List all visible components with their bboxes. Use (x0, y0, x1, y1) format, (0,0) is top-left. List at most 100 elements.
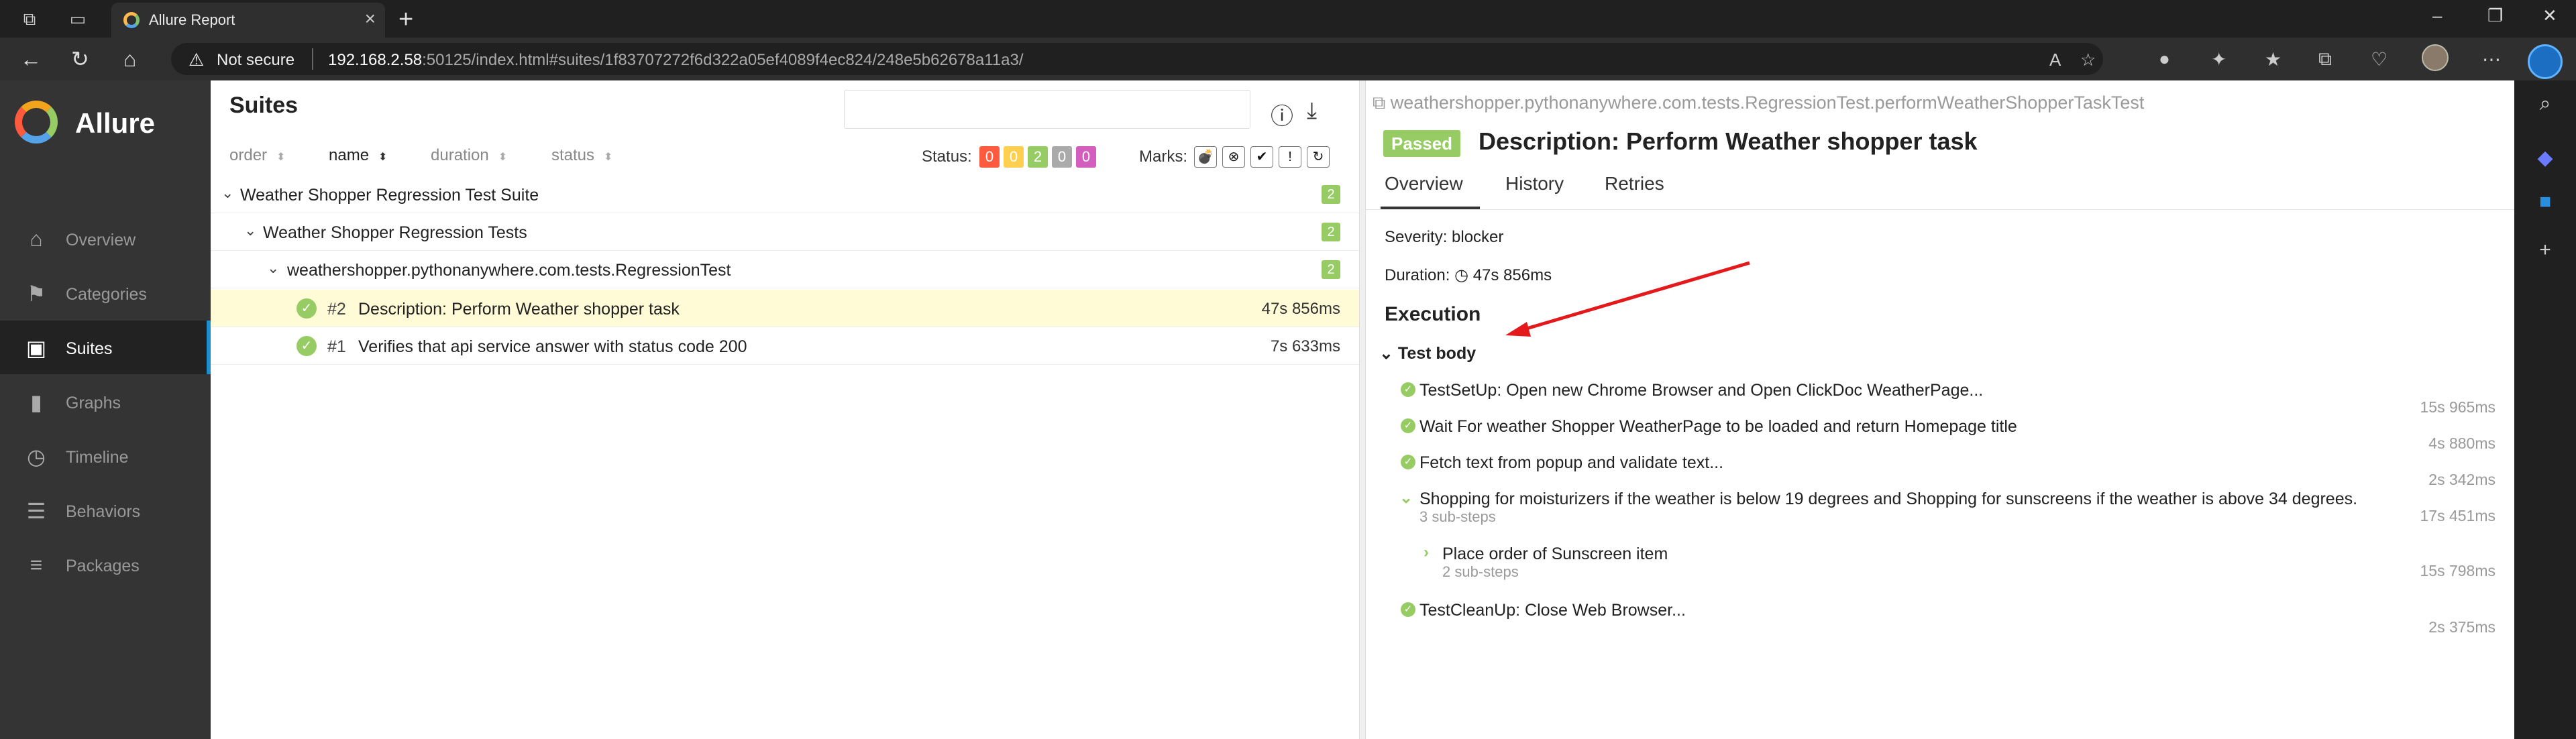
tab-overview[interactable]: Overview (1385, 173, 1463, 194)
address-toolbar: ← ↻ ⌂ ⚠ Not secure 192.168.2.58:50125/in… (0, 38, 2576, 80)
outlook-icon[interactable]: ■ (2533, 190, 2557, 215)
warning-icon[interactable]: ⚠ (189, 50, 204, 70)
performance-icon[interactable]: ♡ (2371, 48, 2387, 70)
back-icon[interactable]: ← (20, 47, 42, 71)
brand-name[interactable]: Allure (75, 107, 155, 139)
status-passed-count[interactable]: 2 (1028, 146, 1048, 168)
suite-row[interactable]: ⌄ Weather Shopper Regression Tests 2 (211, 213, 1359, 251)
test-body-heading[interactable]: ⌄ Test body (1379, 343, 1476, 363)
retries-mark-icon[interactable]: ↻ (1307, 146, 1330, 168)
step-row[interactable]: ✓ TestSetUp: Open new Chrome Browser and… (1366, 380, 2514, 416)
nav-label: Categories (66, 285, 147, 304)
status-skipped-count[interactable]: 0 (1052, 146, 1072, 168)
nav-categories[interactable]: ⚑ Categories (0, 266, 211, 320)
status-unknown-count[interactable]: 0 (1076, 146, 1096, 168)
step-label: TestCleanUp: Close Web Browser... (1419, 601, 1686, 620)
step-duration: 15s 965ms (2420, 398, 2496, 416)
tab-actions-icon[interactable]: ▭ (67, 8, 89, 30)
edge-sidebar: ⌕ ◆ ■ + (2514, 80, 2576, 739)
refresh-icon[interactable]: ↻ (71, 47, 89, 71)
flaky-mark-icon[interactable]: 💣 (1194, 146, 1217, 168)
copilot-icon[interactable] (2528, 44, 2563, 79)
test-full-name[interactable]: ⧉ weathershopper.pythonanywhere.com.test… (1373, 93, 2144, 114)
allure-sidebar: Allure ⌂ Overview ⚑ Categories ▣ Suites … (0, 80, 211, 739)
cookie-extension-icon[interactable]: ● (2159, 48, 2170, 70)
passed-check-icon: ✓ (1401, 455, 1415, 469)
nav-graphs[interactable]: ▮ Graphs (0, 375, 211, 429)
step-row-expanded[interactable]: ⌄ Shopping for moisturizers if the weath… (1366, 488, 2514, 543)
nav-suites[interactable]: ▣ Suites (0, 321, 211, 374)
tab-close-icon[interactable]: × (365, 8, 376, 30)
more-menu-icon[interactable]: ⋯ (2482, 48, 2501, 70)
search-input[interactable] (844, 90, 1250, 129)
workspaces-icon[interactable]: ⧉ (19, 8, 40, 30)
extensions-icon[interactable]: ✦ (2211, 48, 2226, 70)
step-duration: 15s 798ms (2420, 562, 2496, 579)
allure-logo-icon[interactable] (15, 101, 58, 144)
step-label: Wait For weather Shopper WeatherPage to … (1419, 417, 2017, 436)
marks-filter-label: Marks: (1139, 148, 1187, 166)
nav-label: Packages (66, 557, 140, 575)
pane-splitter[interactable] (1359, 80, 1366, 739)
security-label[interactable]: Not secure (217, 51, 294, 70)
profile-avatar[interactable] (2422, 44, 2449, 71)
favorites-icon[interactable]: ★ (2265, 48, 2282, 70)
tab-history[interactable]: History (1505, 173, 1564, 194)
collections-icon[interactable]: ⧉ (2318, 48, 2332, 70)
nav-overview[interactable]: ⌂ Overview (0, 212, 211, 266)
suite-label: Weather Shopper Regression Tests (263, 223, 527, 242)
read-aloud-icon[interactable]: A (2049, 50, 2061, 70)
address-bar[interactable]: ⚠ Not secure 192.168.2.58:50125/index.ht… (171, 43, 2103, 75)
new-tab-icon[interactable]: + (398, 5, 413, 34)
status-failed-count[interactable]: 0 (979, 146, 1000, 168)
suite-row[interactable]: ⌄ weathershopper.pythonanywhere.com.test… (211, 251, 1359, 288)
step-row[interactable]: ✓ Fetch text from popup and validate tex… (1366, 452, 2514, 488)
suite-row[interactable]: ⌄ Weather Shopper Regression Test Suite … (211, 176, 1359, 213)
severity: Severity: blocker (1385, 228, 1504, 246)
sort-order[interactable]: order ⬍ (229, 146, 285, 165)
step-row[interactable]: ✓ TestCleanUp: Close Web Browser... 2s 3… (1366, 600, 2514, 640)
tab-retries[interactable]: Retries (1605, 173, 1664, 194)
sort-duration[interactable]: duration ⬍ (431, 146, 507, 165)
duration-value: 47s 856ms (1472, 266, 1552, 284)
test-row[interactable]: ✓ #1 Verifies that api service answer wi… (211, 327, 1359, 365)
add-icon[interactable]: + (2533, 239, 2557, 263)
download-icon[interactable]: ⤓ (1307, 98, 1317, 124)
test-row-selected[interactable]: ✓ #2 Description: Perform Weather shoppe… (211, 290, 1359, 327)
sort-name[interactable]: name ⬍ (329, 146, 387, 165)
browser-tab[interactable]: Allure Report × (111, 3, 385, 38)
new-passed-mark-icon[interactable]: ✔ (1250, 146, 1273, 168)
test-duration: 47s 856ms (1261, 300, 1340, 318)
suite-count-badge: 2 (1322, 260, 1340, 279)
minimize-icon[interactable]: – (2432, 5, 2442, 26)
home-icon[interactable]: ⌂ (123, 47, 136, 71)
info-icon[interactable]: ⓘ (1271, 98, 1293, 131)
copy-icon[interactable]: ⧉ (1373, 93, 1391, 113)
office-icon[interactable]: ◆ (2533, 146, 2557, 170)
chevron-down-icon: ⌄ (1379, 344, 1398, 363)
nav-timeline[interactable]: ◷ Timeline (0, 429, 211, 483)
step-label: Place order of Sunscreen item (1442, 545, 1668, 563)
status-filter-label: Status: (922, 148, 972, 166)
execution-heading: Execution (1385, 303, 1481, 325)
bar-chart-icon: ▮ (30, 390, 42, 414)
tab-divider (1366, 209, 2514, 210)
url-divider (312, 48, 313, 70)
step-row-nested[interactable]: › Place order of Sunscreen item 2 sub-st… (1366, 543, 2514, 600)
new-failed-mark-icon[interactable]: ⊗ (1222, 146, 1245, 168)
search-icon[interactable]: ⌕ (2533, 93, 2557, 117)
sort-status[interactable]: status ⬍ (551, 146, 612, 165)
close-window-icon[interactable]: ✕ (2542, 5, 2557, 26)
url-text[interactable]: 192.168.2.58:50125/index.html#suites/1f8… (328, 51, 1023, 70)
nav-packages[interactable]: ≡ Packages (0, 538, 211, 591)
favorite-star-icon[interactable]: ☆ (2080, 50, 2096, 70)
status-broken-count[interactable]: 0 (1004, 146, 1024, 168)
new-broken-mark-icon[interactable]: ! (1279, 146, 1301, 168)
suites-pane: Suites ⓘ ⤓ order ⬍ name ⬍ duration ⬍ status… (211, 80, 1359, 739)
step-row[interactable]: ✓ Wait For weather Shopper WeatherPage t… (1366, 416, 2514, 452)
passed-check-icon: ✓ (1401, 602, 1415, 617)
passed-check-icon: ✓ (297, 336, 317, 356)
home-icon: ⌂ (30, 227, 43, 251)
nav-behaviors[interactable]: ☰ Behaviors (0, 484, 211, 537)
restore-icon[interactable]: ❐ (2487, 5, 2503, 26)
